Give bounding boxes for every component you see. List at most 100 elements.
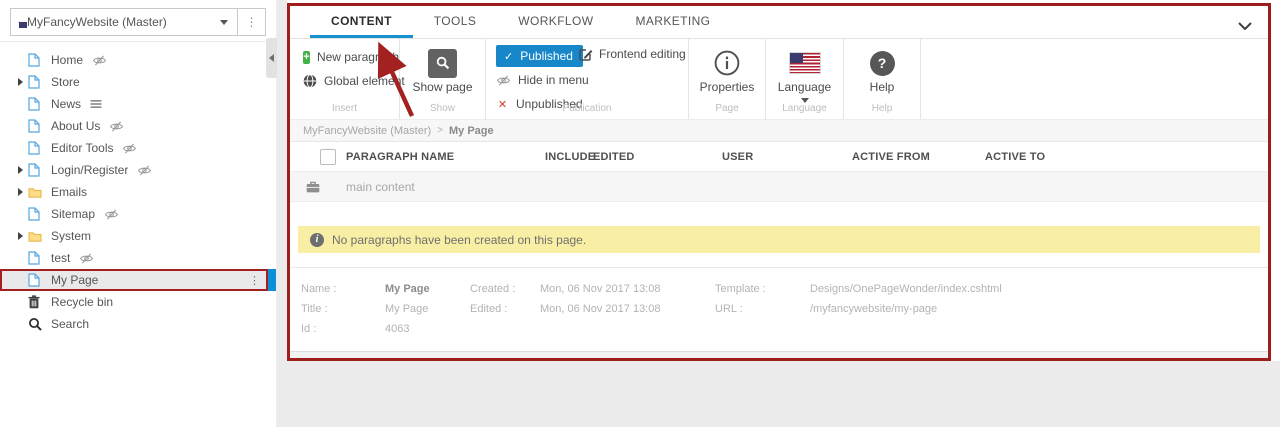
sidebar-item-login-register[interactable]: Login/Register (0, 159, 276, 181)
tab-content[interactable]: CONTENT (310, 6, 413, 38)
global-element-button[interactable]: Global element (303, 70, 399, 92)
page-icon (28, 53, 46, 67)
sidebar-item-store[interactable]: Store (0, 71, 276, 93)
page-icon (28, 119, 46, 133)
ribbon-tabbar: CONTENT TOOLS WORKFLOW MARKETING (290, 6, 1268, 39)
page-tree: Home Store News About Us (0, 42, 276, 335)
tab-marketing[interactable]: MARKETING (614, 6, 731, 38)
toolbar-group-help: ? Help Help (844, 39, 921, 119)
detail-edited-label: Edited : (470, 299, 540, 319)
detail-template-value: Designs/OnePageWonder/index.cshtml (810, 279, 1002, 299)
group-label-help: Help (844, 103, 920, 114)
chevron-down-icon (220, 20, 228, 25)
column-header-active-to: ACTIVE TO (985, 142, 1045, 172)
cms-app: MyFancyWebsite (Master) ⋮ Home Store New… (0, 0, 1280, 427)
website-selector-label: MyFancyWebsite (Master) (27, 15, 220, 29)
page-icon (28, 75, 46, 89)
page-icon (28, 273, 46, 287)
toolbar-group-insert: + New paragraph Global element Insert (290, 39, 400, 119)
detail-template-label: Template : (715, 279, 810, 299)
page-details-panel: Name : My Page Title : My Page Id : 4063… (290, 267, 1268, 353)
kebab-menu-icon[interactable]: ⋮ (249, 274, 260, 287)
toolbar-group-language: Language Language (766, 39, 844, 119)
toolbar-group-publication: ✓ Published Hide in menu ✕ Unpublished F… (486, 39, 689, 119)
breadcrumb-separator: > (437, 125, 443, 136)
sidebar-item-home[interactable]: Home (0, 49, 276, 71)
search-icon (28, 317, 46, 331)
notice-text: No paragraphs have been created on this … (332, 233, 586, 247)
page-icon (28, 97, 46, 111)
sidebar-collapse-handle[interactable] (266, 38, 277, 78)
list-icon (90, 99, 102, 109)
sidebar-item-recycle-bin[interactable]: Recycle bin (0, 291, 276, 313)
detail-name-label: Name : (301, 279, 385, 299)
column-header-paragraph-name: PARAGRAPH NAME (346, 142, 454, 172)
sidebar-item-test[interactable]: test (0, 247, 276, 269)
eye-slash-icon (496, 75, 511, 86)
sidebar-item-sitemap[interactable]: Sitemap (0, 203, 276, 225)
sidebar-item-search[interactable]: Search (0, 313, 276, 335)
detail-url-label: URL : (715, 299, 810, 319)
breadcrumb-root[interactable]: MyFancyWebsite (Master) (303, 125, 431, 137)
tab-workflow[interactable]: WORKFLOW (497, 6, 614, 38)
hide-in-menu-button[interactable]: Hide in menu (496, 69, 589, 91)
detail-edited-value: Mon, 06 Nov 2017 13:08 (540, 299, 660, 319)
detail-created-label: Created : (470, 279, 540, 299)
edit-icon (579, 47, 593, 61)
paragraph-table-header: PARAGRAPH NAME INCLUDE EDITED USER ACTIV… (290, 142, 1268, 172)
eye-slash-icon (104, 209, 119, 220)
sidebar-item-editor-tools[interactable]: Editor Tools (0, 137, 276, 159)
breadcrumb: MyFancyWebsite (Master) > My Page (290, 119, 1268, 142)
table-row-main-content[interactable]: main content (290, 172, 1268, 202)
sidebar-item-news[interactable]: News (0, 93, 276, 115)
published-button[interactable]: ✓ Published (496, 45, 583, 67)
sidebar-item-about-us[interactable]: About Us (0, 115, 276, 137)
column-header-active-from: ACTIVE FROM (852, 142, 930, 172)
detail-url-value: /myfancywebsite/my-page (810, 299, 937, 319)
kebab-menu-icon[interactable]: ⋮ (237, 9, 265, 35)
expand-arrow-icon[interactable] (12, 188, 28, 196)
expand-arrow-icon[interactable] (12, 166, 28, 174)
us-flag-icon (790, 47, 820, 79)
chevron-down-icon[interactable] (1238, 17, 1252, 35)
eye-slash-icon (137, 165, 152, 176)
website-selector[interactable]: MyFancyWebsite (Master) ⋮ (10, 8, 266, 36)
container-row-label: main content (346, 172, 415, 202)
frontend-editing-button[interactable]: Frontend editing (579, 47, 686, 61)
page-icon (28, 141, 46, 155)
group-label-page: Page (689, 103, 765, 114)
expand-arrow-icon[interactable] (12, 232, 28, 240)
info-filled-icon: i (310, 233, 324, 247)
sidebar-item-system[interactable]: System (0, 225, 276, 247)
eye-slash-icon (109, 121, 124, 132)
new-paragraph-button[interactable]: + New paragraph (303, 46, 399, 68)
language-button[interactable]: Language (766, 39, 843, 103)
sidebar-item-emails[interactable]: Emails (0, 181, 276, 203)
ribbon-toolbar: + New paragraph Global element Insert Sh… (290, 39, 1268, 119)
column-header-include: INCLUDE (545, 142, 595, 172)
page-icon (28, 207, 46, 221)
detail-id-value: 4063 (385, 319, 409, 339)
select-all-checkbox[interactable] (320, 149, 336, 165)
panel-bottom-strip (290, 351, 1268, 358)
detail-title-label: Title : (301, 299, 385, 319)
folder-icon (28, 187, 46, 198)
detail-name-value: My Page (385, 279, 430, 299)
column-header-edited: EDITED (593, 142, 635, 172)
main-panel: CONTENT TOOLS WORKFLOW MARKETING + New p… (287, 3, 1271, 361)
sidebar-item-my-page[interactable]: My Page ⋮ (0, 269, 268, 291)
group-label-insert: Insert (290, 103, 399, 114)
properties-button[interactable]: Properties (689, 39, 765, 94)
expand-arrow-icon[interactable] (12, 78, 28, 86)
group-label-show: Show (400, 103, 485, 114)
help-button[interactable]: ? Help (844, 39, 920, 94)
check-icon: ✓ (504, 50, 513, 63)
eye-slash-icon (79, 253, 94, 264)
detail-created-value: Mon, 06 Nov 2017 13:08 (540, 279, 660, 299)
toolbar-group-page: Properties Page (689, 39, 766, 119)
globe-icon (303, 74, 317, 88)
tab-tools[interactable]: TOOLS (413, 6, 497, 38)
show-page-button[interactable]: Show page (400, 39, 485, 94)
detail-id-label: Id : (301, 319, 385, 339)
question-circle-icon: ? (870, 51, 895, 76)
